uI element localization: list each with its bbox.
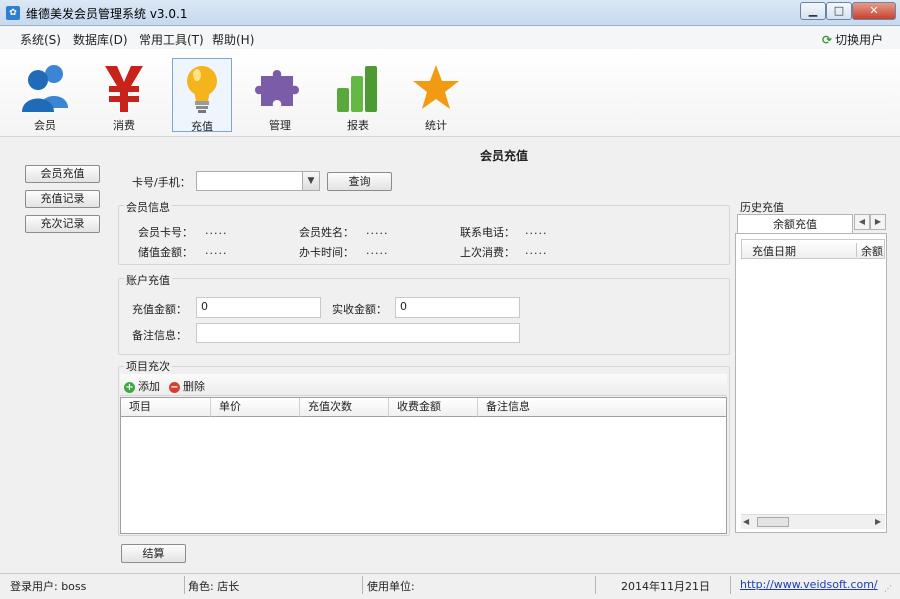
delete-item-label: 删除	[183, 380, 205, 393]
items-recharge-title: 项目充次	[124, 358, 172, 374]
member-info-title: 会员信息	[124, 199, 172, 215]
chevron-down-icon[interactable]: ▼	[302, 172, 319, 190]
star-icon	[413, 65, 459, 109]
title-bar: ✿ 维德美发会员管理系统 v3.0.1 ▁ □ ✕	[0, 0, 900, 26]
card-phone-label: 卡号/手机：	[132, 176, 191, 189]
tool-recharge[interactable]: 充值	[172, 58, 232, 133]
stored-amount-label: 储值金额：	[138, 246, 193, 259]
window-title: 维德美发会员管理系统 v3.0.1	[26, 7, 188, 21]
count-records-button[interactable]: 充次记录	[25, 215, 100, 233]
status-role: 角色: 店长	[188, 580, 240, 593]
member-recharge-button[interactable]: 会员充值	[25, 165, 100, 183]
items-toolbar: + 添加 − 删除	[120, 374, 727, 396]
page-title: 会员充值	[480, 149, 529, 163]
status-divider	[184, 576, 185, 594]
status-date: 2014年11月21日	[621, 580, 710, 593]
scroll-right-icon[interactable]: ▶	[875, 517, 881, 526]
switch-user-label: 切换用户	[835, 33, 884, 47]
menu-help[interactable]: 帮助(H)	[212, 31, 254, 48]
add-item-button[interactable]: + 添加	[124, 378, 160, 394]
tool-label: 充值	[191, 120, 213, 133]
recharge-amount-input[interactable]: 0	[196, 297, 321, 318]
menu-tools[interactable]: 常用工具(T)	[139, 31, 204, 48]
maximize-button[interactable]: □	[826, 2, 852, 20]
delete-item-button[interactable]: − 删除	[169, 378, 205, 394]
tool-label: 会员	[34, 119, 56, 132]
member-name-value: .....	[366, 224, 389, 237]
history-panel: 充值日期 余额 ◀ ▶	[735, 233, 887, 533]
tool-members[interactable]: 会员	[15, 58, 75, 132]
horizontal-scrollbar[interactable]: ◀ ▶	[741, 514, 885, 529]
recharge-amount-label: 充值金额：	[132, 303, 187, 316]
minimize-button[interactable]: ▁	[800, 2, 826, 20]
member-phone-value: .....	[525, 224, 548, 237]
column-header-item[interactable]: 项目	[121, 398, 211, 417]
received-amount-input[interactable]: 0	[395, 297, 520, 318]
tool-label: 管理	[269, 119, 291, 132]
switch-user-button[interactable]: ⟳ 切换用户	[822, 31, 883, 48]
add-icon: +	[124, 381, 135, 393]
member-name-label: 会员姓名：	[299, 226, 354, 239]
menu-database[interactable]: 数据库(D)	[73, 31, 128, 48]
card-date-label: 办卡时间：	[299, 246, 354, 259]
menu-system[interactable]: 系统(S)	[20, 31, 61, 48]
resize-grip-icon[interactable]: ⋰	[884, 584, 892, 593]
bar-chart-icon	[337, 66, 377, 112]
account-recharge-title: 账户充值	[124, 272, 172, 288]
query-button[interactable]: 查询	[327, 172, 392, 191]
tab-balance-recharge[interactable]: 余额充值	[737, 214, 853, 234]
tool-stats[interactable]: 统计	[406, 58, 466, 132]
stored-amount-value: .....	[205, 244, 228, 257]
items-table[interactable]: 项目 单价 充值次数 收费金额 备注信息	[120, 397, 727, 534]
lightbulb-icon	[187, 66, 217, 113]
note-input[interactable]	[196, 323, 520, 343]
main-toolbar: 会员 消费 充值 管理 报表 统计	[0, 49, 900, 137]
tool-report[interactable]: 报表	[328, 58, 388, 132]
member-phone-label: 联系电话：	[460, 226, 515, 239]
refresh-icon: ⟳	[822, 33, 833, 47]
delete-icon: −	[169, 381, 180, 393]
recharge-records-button[interactable]: 充值记录	[25, 190, 100, 208]
last-consume-value: .....	[525, 244, 548, 257]
status-divider	[595, 576, 596, 594]
history-title: 历史充值	[740, 201, 784, 214]
add-item-label: 添加	[138, 380, 160, 393]
last-consume-label: 上次消费：	[460, 246, 515, 259]
member-card-value: .....	[205, 224, 228, 237]
tool-label: 统计	[425, 119, 447, 132]
column-header-balance[interactable]: 余额	[861, 243, 885, 259]
note-label: 备注信息：	[132, 329, 187, 342]
tool-label: 消费	[113, 119, 135, 132]
puzzle-icon	[255, 70, 299, 106]
status-divider	[362, 576, 363, 594]
header-divider	[856, 243, 857, 257]
status-bar: 登录用户: boss 角色: 店长 使用单位: 2014年11月21日 http…	[0, 573, 900, 599]
member-card-label: 会员卡号：	[138, 226, 193, 239]
tool-manage[interactable]: 管理	[250, 58, 310, 132]
column-header-price[interactable]: 单价	[211, 398, 300, 417]
received-amount-label: 实收金额：	[332, 303, 387, 316]
close-button[interactable]: ✕	[852, 2, 896, 20]
website-link[interactable]: http://www.veidsoft.com/	[740, 578, 878, 591]
members-icon	[22, 65, 68, 112]
yen-icon	[105, 66, 143, 112]
tool-label: 报表	[347, 119, 369, 132]
status-login-user: 登录用户: boss	[10, 580, 87, 593]
status-divider	[730, 576, 731, 594]
card-date-value: .....	[366, 244, 389, 257]
status-unit: 使用单位:	[367, 580, 415, 593]
scroll-thumb[interactable]	[757, 517, 789, 527]
column-header-count[interactable]: 充值次数	[300, 398, 389, 417]
history-table-header: 充值日期 余额	[741, 239, 885, 259]
column-header-note[interactable]: 备注信息	[478, 398, 726, 417]
tab-scroll-right-icon[interactable]: ▶	[870, 214, 886, 230]
menu-bar: 系统(S) 数据库(D) 常用工具(T) 帮助(H) ⟳ 切换用户	[0, 27, 900, 49]
app-icon: ✿	[6, 6, 20, 20]
tool-consume[interactable]: 消费	[94, 58, 154, 132]
column-header-fee[interactable]: 收费金额	[389, 398, 478, 417]
tab-scroll-left-icon[interactable]: ◀	[854, 214, 870, 230]
column-header-date[interactable]: 充值日期	[752, 243, 796, 259]
scroll-left-icon[interactable]: ◀	[743, 517, 749, 526]
settle-button[interactable]: 结算	[121, 544, 186, 563]
